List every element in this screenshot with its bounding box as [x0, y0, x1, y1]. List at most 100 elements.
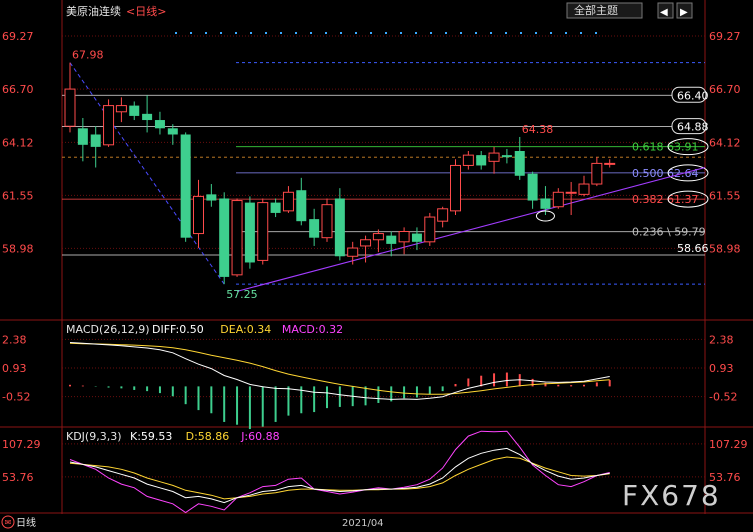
top-dot: [460, 32, 462, 34]
top-dot: [565, 32, 567, 34]
top-dot: [355, 32, 357, 34]
price-ytick-left: 66.70: [2, 83, 34, 96]
kdj-ytick-left: 53.76: [2, 471, 34, 484]
candle-body: [424, 216, 436, 243]
top-dot: [490, 32, 492, 34]
nav-left-button[interactable]: ◀: [657, 2, 674, 19]
candle: [321, 198, 333, 242]
price-annotation: 64.38: [522, 123, 554, 136]
candle: [180, 132, 191, 242]
fib-label-0.382: 0.382 61.37: [632, 193, 698, 206]
macd-ytick-left: 2.38: [2, 333, 27, 346]
candle-body: [604, 162, 616, 165]
top-dot: [370, 32, 372, 34]
theme-button-label: 全部主题: [574, 3, 618, 17]
candle-body: [64, 88, 76, 127]
macd-legend-item: DEA:0.34: [220, 323, 271, 336]
candle-body: [257, 202, 269, 261]
macd-ytick-right: 0.93: [709, 362, 734, 375]
candle-body: [347, 247, 359, 257]
nav-right-icon: ▶: [680, 7, 688, 18]
top-dot: [175, 32, 177, 34]
top-dot: [475, 32, 477, 34]
kdj-ytick-right: 107.29: [709, 438, 748, 451]
top-dot: [595, 32, 597, 34]
price-ytick-right: 61.55: [709, 189, 741, 202]
macd-legend-item: MACD:0.32: [282, 323, 343, 336]
top-dot: [325, 32, 327, 34]
top-dot: [280, 32, 282, 34]
macd-ytick-right: -0.52: [709, 391, 737, 404]
macd-ytick-left: 0.93: [2, 362, 27, 375]
price-ytick-left: 58.98: [2, 242, 34, 255]
price-ytick-right: 69.27: [709, 30, 741, 43]
top-dot: [400, 32, 402, 34]
candle-body: [142, 113, 153, 121]
candle-body: [578, 183, 590, 195]
price-ytick-right: 58.98: [709, 242, 741, 255]
candle-body: [231, 200, 243, 276]
top-dot: [505, 32, 507, 34]
hline-label: 64.88: [677, 121, 709, 134]
top-dot: [385, 32, 387, 34]
theme-button[interactable]: 全部主题: [566, 2, 643, 19]
macd-ytick-left: -0.52: [2, 391, 30, 404]
kdj-legend-item: K:59.53: [130, 430, 172, 443]
candle-body: [565, 191, 577, 194]
candle-body: [386, 235, 397, 244]
top-dot: [220, 32, 222, 34]
candle-body: [514, 151, 525, 176]
candle-body: [450, 164, 461, 212]
candle-body: [103, 105, 115, 146]
price-ytick-left: 64.12: [2, 136, 34, 149]
period-tab-icon: ✉: [5, 518, 12, 527]
candle: [424, 212, 436, 246]
top-dot: [430, 32, 432, 34]
candle-body: [193, 195, 204, 235]
candle: [450, 159, 461, 215]
nav-left-icon: ◀: [660, 7, 668, 18]
candle-body: [309, 219, 320, 238]
price-annotation: 67.98: [72, 49, 104, 62]
hline-label: 58.66: [677, 242, 709, 255]
candle-body: [219, 198, 230, 277]
top-dot: [265, 32, 267, 34]
candle-body: [77, 128, 88, 145]
kdj-legend-item: J:60.88: [240, 430, 279, 443]
candle-body: [154, 120, 165, 129]
instrument-name: 美原油连续: [66, 4, 121, 18]
top-dot: [310, 32, 312, 34]
candle: [231, 198, 243, 277]
top-dot: [445, 32, 447, 34]
candle-body: [501, 155, 512, 158]
price-ytick-left: 69.27: [2, 30, 34, 43]
candle-body: [321, 204, 333, 239]
top-dot: [340, 32, 342, 34]
candle-body: [488, 152, 500, 162]
watermark: FX678: [622, 479, 721, 512]
candle-body: [437, 208, 449, 222]
top-dot: [550, 32, 552, 34]
candle-body: [360, 239, 372, 247]
candle-body: [411, 233, 422, 242]
hline-label: 66.40: [677, 89, 709, 102]
macd-title: MACD(26,12,9): [66, 323, 150, 336]
candle-body: [244, 202, 255, 263]
price-annotation: 57.25: [226, 288, 258, 301]
nav-right-button[interactable]: ▶: [676, 2, 693, 19]
period-selector[interactable]: <日线>: [126, 4, 166, 18]
candle-body: [90, 134, 101, 147]
candle-body: [180, 134, 191, 238]
candle-body: [129, 105, 140, 116]
macd-ytick-right: 2.38: [709, 333, 734, 346]
fib-label-0.618: 0.618 63.91: [632, 141, 698, 154]
top-dot: [415, 32, 417, 34]
candle: [257, 198, 269, 265]
candle-body: [591, 162, 603, 185]
candle-body: [372, 233, 384, 241]
fib-label-0.236: 0.236 \ 59.79: [632, 226, 706, 239]
top-dot: [295, 32, 297, 34]
kdj-legend-item: D:58.86: [186, 430, 230, 443]
top-dot: [235, 32, 237, 34]
kdj-title: KDJ(9,3,3): [66, 430, 122, 443]
